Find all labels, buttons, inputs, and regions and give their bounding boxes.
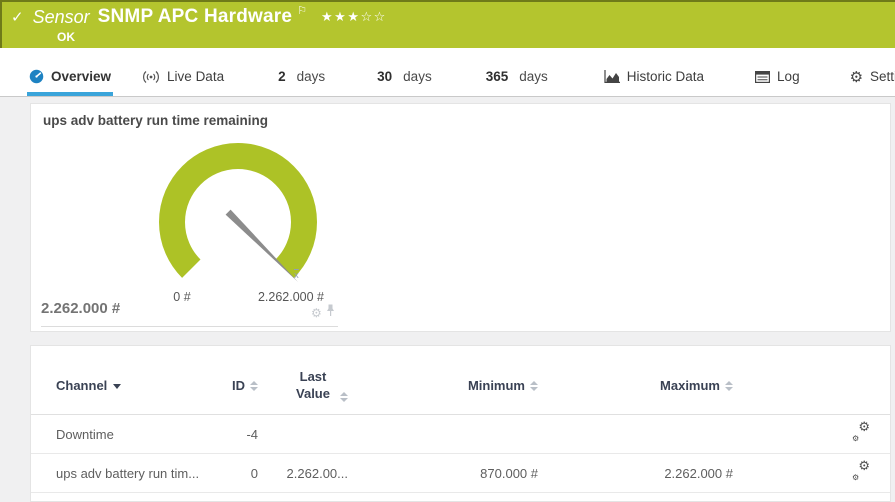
sensor-status-text: OK [57, 30, 75, 44]
column-label: Last Value [291, 368, 335, 402]
sort-icon[interactable] [530, 381, 538, 391]
tab-2-days[interactable]: 2 days [276, 69, 327, 96]
channel-id: -4 [221, 415, 266, 454]
tab-settings[interactable]: ⚙ Settings [848, 69, 895, 96]
channel-maximum: 2.262.000 # [546, 454, 741, 493]
channel-name[interactable]: ups adv battery run tim... [31, 454, 221, 493]
channel-table-panel: Channel ID Last Value Minimum Maximum Do… [30, 345, 891, 502]
sensor-tab-bar: Overview Live Data 2 days 30 days 365 da… [0, 48, 895, 97]
tab-30-days[interactable]: 30 days [375, 69, 434, 96]
tab-day-count: 30 [377, 69, 392, 84]
object-kind-label: Sensor [33, 7, 90, 28]
table-header-row: Channel ID Last Value Minimum Maximum [31, 362, 890, 415]
tab-overview[interactable]: Overview [27, 69, 113, 96]
channel-table: Channel ID Last Value Minimum Maximum Do… [31, 362, 890, 493]
gear-icon[interactable]: ⚙ [311, 307, 322, 319]
log-icon [755, 71, 770, 83]
tab-log[interactable]: Log [753, 69, 802, 96]
channel-row-battery-runtime[interactable]: ups adv battery run tim... 0 2.262.00...… [31, 454, 890, 493]
tab-label: days [519, 69, 548, 84]
pin-icon[interactable] [326, 304, 335, 322]
sensor-title: SNMP APC Hardware [98, 6, 293, 28]
tab-label: days [403, 69, 432, 84]
overview-gauge-panel: ups adv battery run time remaining x 0 #… [30, 103, 891, 332]
channel-id: 0 [221, 454, 266, 493]
battery-runtime-gauge [111, 130, 361, 300]
mean-marker: x [294, 270, 299, 281]
tab-label: Overview [51, 69, 111, 84]
sort-icon[interactable] [250, 381, 258, 391]
column-header-channel[interactable]: Channel [31, 362, 221, 415]
tab-day-count: 2 [278, 69, 286, 84]
tab-365-days[interactable]: 365 days [484, 69, 550, 96]
channel-last-value: 2.262.00... [266, 454, 356, 493]
tab-label: Historic Data [627, 69, 704, 84]
column-header-minimum[interactable]: Minimum [356, 362, 546, 415]
channel-row-downtime[interactable]: Downtime -4 ⚙⚙ [31, 415, 890, 454]
sort-icon[interactable] [725, 381, 733, 391]
tab-label: Live Data [167, 69, 224, 84]
gear-icon: ⚙ [850, 70, 863, 84]
gauge-icon [29, 69, 44, 84]
gauge-tile-divider [41, 326, 338, 327]
priority-flag-icon[interactable]: ⚐ [297, 4, 307, 17]
channel-minimum: 870.000 # [356, 454, 546, 493]
gauge-scale-max: 2.262.000 # [231, 290, 351, 304]
gauge-primary-value: 2.262.000 # [41, 300, 120, 317]
channel-last-value [266, 415, 356, 454]
ok-check-icon: ✓ [11, 8, 24, 26]
tab-label: days [297, 69, 326, 84]
channel-settings-gears-icon[interactable]: ⚙⚙ [852, 464, 870, 479]
column-label: ID [232, 378, 245, 393]
column-header-id[interactable]: ID [221, 362, 266, 415]
gauge-scale-min: 0 # [152, 290, 212, 304]
sort-icon[interactable] [340, 392, 348, 402]
channel-name[interactable]: Downtime [31, 415, 221, 454]
tab-label: Settings [870, 69, 895, 84]
channel-settings-gears-icon[interactable]: ⚙⚙ [852, 425, 870, 440]
column-label: Channel [56, 378, 107, 393]
priority-stars[interactable]: ★★★☆☆ [321, 10, 387, 25]
area-chart-icon [604, 70, 620, 83]
tab-day-count: 365 [486, 69, 509, 84]
gauge-widget-actions: ⚙ [311, 304, 335, 322]
tab-live-data[interactable]: Live Data [140, 69, 226, 96]
broadcast-icon [142, 70, 160, 84]
column-label: Maximum [660, 378, 720, 393]
gauge-arc [172, 156, 304, 269]
stars-filled[interactable]: ★★★ [321, 10, 360, 25]
column-label: Minimum [468, 378, 525, 393]
tab-historic-data[interactable]: Historic Data [602, 69, 706, 96]
column-header-maximum[interactable]: Maximum [546, 362, 741, 415]
sort-desc-icon[interactable] [113, 384, 121, 389]
stars-empty[interactable]: ☆☆ [360, 10, 386, 25]
column-header-actions [741, 362, 890, 415]
gauge-channel-title: ups adv battery run time remaining [43, 113, 268, 128]
channel-maximum [546, 415, 741, 454]
sensor-status-header: ✓ Sensor SNMP APC Hardware ⚐ ★★★☆☆ OK [0, 0, 895, 48]
column-header-last-value[interactable]: Last Value [266, 362, 356, 415]
tab-label: Log [777, 69, 800, 84]
channel-minimum [356, 415, 546, 454]
